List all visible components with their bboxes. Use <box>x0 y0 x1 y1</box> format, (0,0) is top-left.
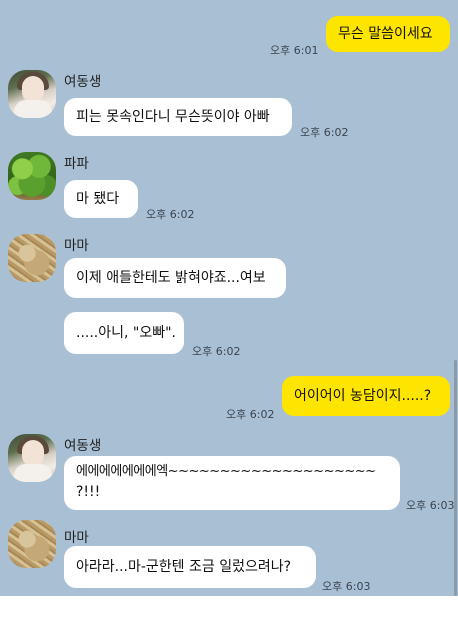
received-message-bubble[interactable]: 이제 애들한테도 밝혀야죠...여보 <box>64 258 286 298</box>
message-time: 오후 6:03 <box>406 499 455 512</box>
scrollbar[interactable] <box>454 360 457 596</box>
sent-message-bubble[interactable]: 무슨 말씀이세요 <box>326 16 450 52</box>
message-time: 오후 6:01 <box>270 44 319 57</box>
received-message-bubble[interactable]: 마 됐다 <box>64 180 138 218</box>
avatar-sister[interactable] <box>8 434 56 482</box>
sender-name: 여동생 <box>64 74 102 90</box>
avatar-sister[interactable] <box>8 70 56 118</box>
message-line: 에에에에에에에엑~~~~~~~~~~~~~~~~~~~~ <box>76 464 376 479</box>
message-time: 오후 6:03 <box>322 580 371 593</box>
chat-area[interactable]: 오후 6:01 무슨 말씀이세요 여동생 피는 못속인다니 무슨뜻이야 아빠 오… <box>0 0 458 596</box>
avatar-mama[interactable] <box>8 234 56 282</box>
message-line: ?!!! <box>76 484 101 500</box>
sender-name: 마마 <box>64 238 89 254</box>
message-time: 오후 6:02 <box>146 208 195 221</box>
avatar-mama[interactable] <box>8 520 56 568</box>
message-time: 오후 6:02 <box>226 408 275 421</box>
avatar-papa[interactable] <box>8 152 56 200</box>
sender-name: 여동생 <box>64 438 102 454</box>
received-message-bubble[interactable]: .....아니, "오빠". <box>64 312 184 354</box>
sender-name: 마마 <box>64 530 89 546</box>
received-message-bubble[interactable]: 에에에에에에에엑~~~~~~~~~~~~~~~~~~~~ ?!!! <box>64 456 400 510</box>
received-message-bubble[interactable]: 아라라...마-군한텐 조금 일렀으려나? <box>64 546 316 588</box>
received-message-bubble[interactable]: 피는 못속인다니 무슨뜻이야 아빠 <box>64 98 292 136</box>
sent-message-bubble[interactable]: 어이어이 농담이지.....? <box>282 376 450 416</box>
message-time: 오후 6:02 <box>192 345 241 358</box>
message-time: 오후 6:02 <box>300 126 349 139</box>
sender-name: 파파 <box>64 156 89 172</box>
